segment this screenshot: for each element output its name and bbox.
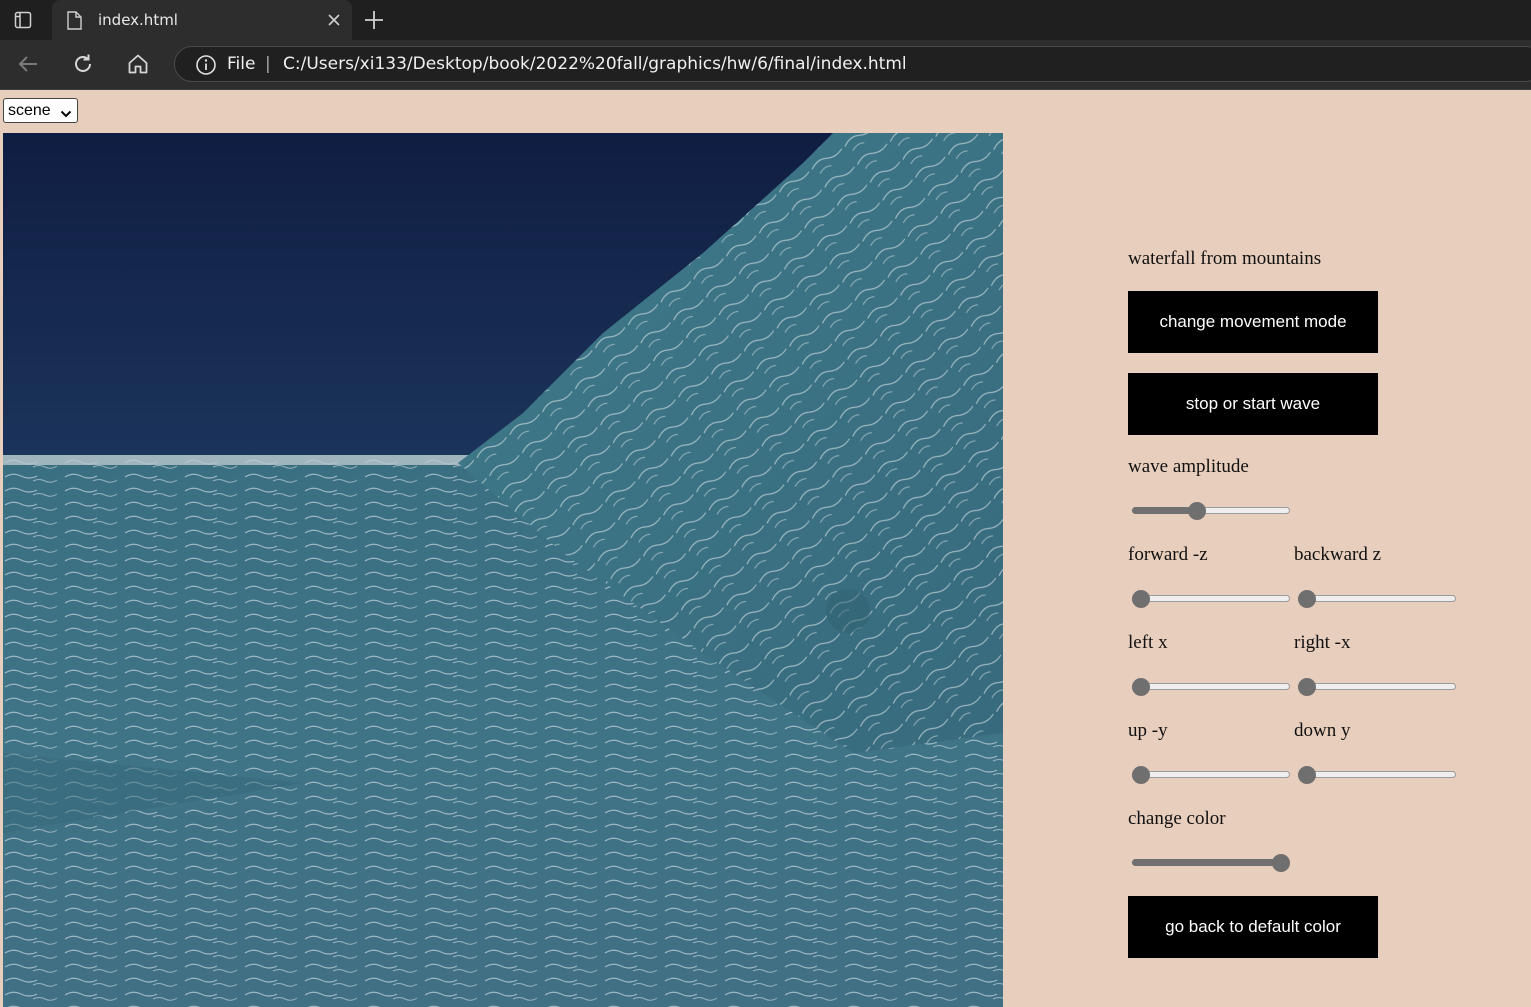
left-x-label: left x	[1128, 632, 1168, 653]
forward-z-label: forward -z	[1128, 544, 1208, 565]
slider-thumb[interactable]	[1298, 678, 1316, 696]
left-x-slider[interactable]	[1130, 677, 1292, 697]
forward-z-slider[interactable]	[1130, 589, 1292, 609]
slider-track	[1298, 683, 1456, 690]
backward-z-label: backward z	[1294, 544, 1382, 565]
right-x-slider[interactable]	[1296, 677, 1458, 697]
slider-thumb[interactable]	[1188, 502, 1206, 520]
address-bar[interactable]: File | C:/Users/xi133/Desktop/book/2022%…	[174, 46, 1531, 82]
home-icon[interactable]	[125, 51, 151, 77]
back-arrow-icon[interactable]	[15, 51, 41, 77]
scene-select-value: scene	[8, 101, 51, 119]
reload-icon[interactable]	[70, 51, 96, 77]
down-y-label: down y	[1294, 720, 1351, 741]
up-y-label: up -y	[1128, 720, 1168, 741]
wave-amplitude-slider[interactable]	[1130, 501, 1292, 521]
slider-track	[1132, 595, 1290, 602]
slider-thumb[interactable]	[1132, 678, 1150, 696]
slider-track	[1298, 595, 1456, 602]
change-color-label: change color	[1128, 808, 1226, 829]
info-icon[interactable]	[195, 54, 217, 81]
change-movement-mode-button[interactable]: change movement mode	[1128, 291, 1378, 353]
scene-description: waterfall from mountains	[1128, 248, 1322, 269]
slider-track	[1132, 683, 1290, 690]
slider-thumb[interactable]	[1272, 854, 1290, 872]
scene-select[interactable]: scene	[3, 98, 78, 123]
slider-thumb[interactable]	[1298, 766, 1316, 784]
backward-z-slider[interactable]	[1296, 589, 1458, 609]
address-separator: |	[265, 54, 271, 74]
slider-thumb[interactable]	[1298, 590, 1316, 608]
page-icon	[66, 11, 82, 35]
down-y-slider[interactable]	[1296, 765, 1458, 785]
tab-strip: index.html	[0, 0, 1531, 40]
chevron-down-icon	[60, 106, 72, 124]
stop-start-wave-button[interactable]: stop or start wave	[1128, 373, 1378, 435]
default-color-button[interactable]: go back to default color	[1128, 896, 1378, 958]
slider-thumb[interactable]	[1132, 590, 1150, 608]
address-url[interactable]: C:/Users/xi133/Desktop/book/2022%20fall/…	[283, 54, 907, 74]
slider-track	[1298, 771, 1456, 778]
webgl-canvas[interactable]	[3, 133, 1003, 1007]
slider-thumb[interactable]	[1132, 766, 1150, 784]
slider-track	[1132, 771, 1290, 778]
browser-tab[interactable]: index.html	[52, 0, 352, 40]
tab-actions-icon[interactable]	[8, 6, 38, 34]
navigation-bar: File | C:/Users/xi133/Desktop/book/2022%…	[0, 40, 1531, 90]
right-x-label: right -x	[1294, 632, 1351, 653]
address-scheme: File	[227, 54, 256, 74]
plus-icon[interactable]	[362, 8, 386, 32]
tab-title: index.html	[98, 11, 178, 29]
ocean-scene-render	[3, 133, 1003, 1007]
wave-amplitude-label: wave amplitude	[1128, 456, 1249, 477]
close-icon[interactable]	[326, 12, 342, 28]
slider-fill	[1132, 859, 1281, 866]
change-color-slider[interactable]	[1130, 853, 1292, 873]
up-y-slider[interactable]	[1130, 765, 1292, 785]
